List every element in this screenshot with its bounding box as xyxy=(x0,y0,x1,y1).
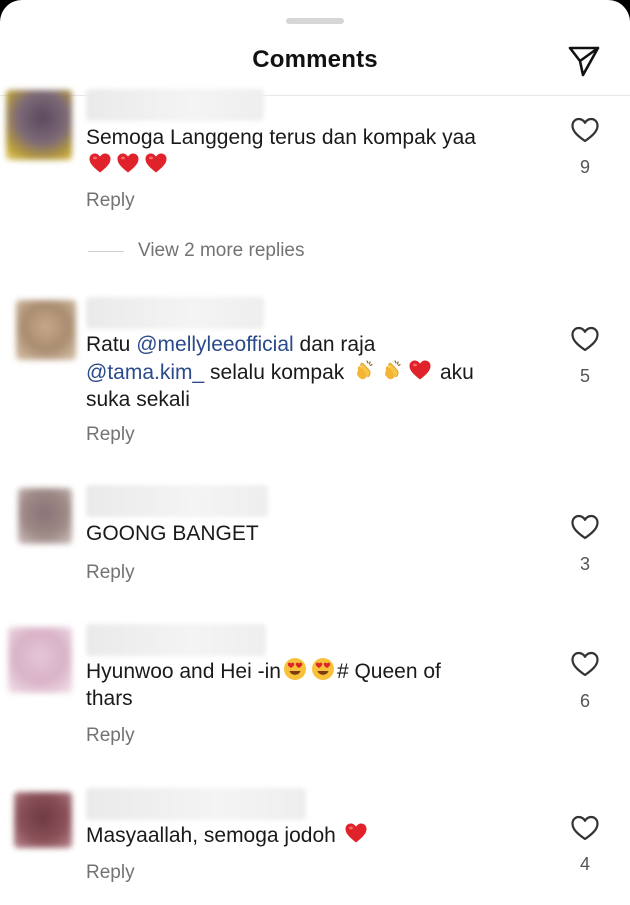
heart-outline-icon[interactable] xyxy=(570,814,600,842)
avatar[interactable] xyxy=(14,792,72,848)
comments-sheet: Comments Semoga Langgeng terus dan kompa… xyxy=(0,0,630,905)
comment-text: Masyaallah, semoga jodoh xyxy=(86,821,556,849)
comment-item: Masyaallah, semoga jodoh Reply 4 xyxy=(0,0,630,905)
like-count: 4 xyxy=(579,854,590,874)
username[interactable] xyxy=(86,788,306,820)
red-heart-emoji xyxy=(344,821,368,845)
reply-button[interactable]: Reply xyxy=(86,862,135,884)
